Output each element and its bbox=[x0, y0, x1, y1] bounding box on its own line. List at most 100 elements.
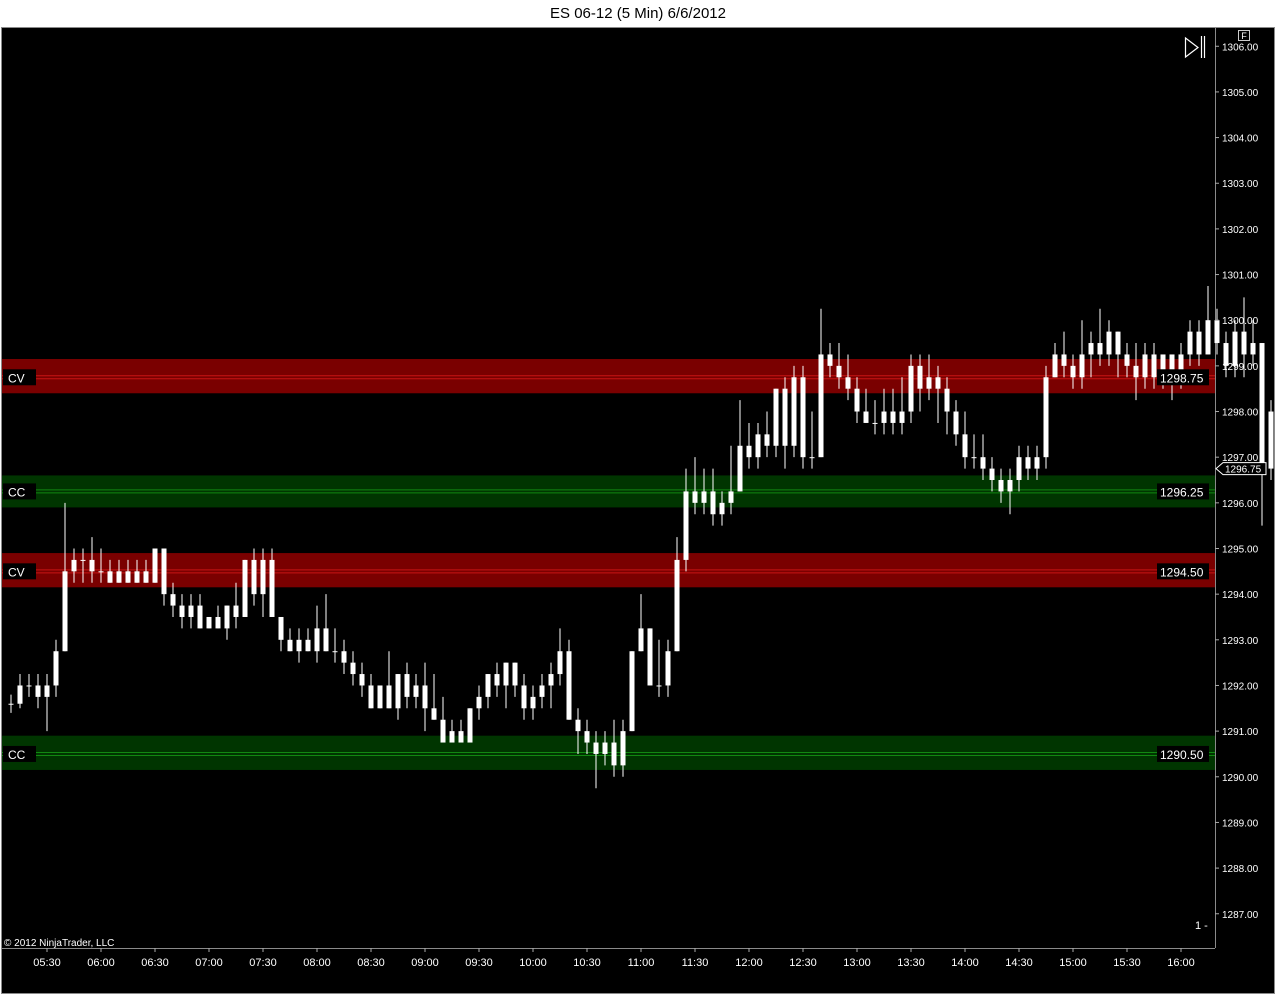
candle-body bbox=[917, 365, 923, 389]
candle-body bbox=[215, 616, 221, 629]
candle-body bbox=[611, 742, 617, 766]
candle-body bbox=[791, 377, 797, 446]
time-tick-label: 13:30 bbox=[897, 957, 925, 969]
candle-body bbox=[575, 719, 581, 732]
candle-body bbox=[242, 559, 248, 617]
last-price-marker: 1296.75 bbox=[1215, 462, 1267, 476]
candle-body bbox=[449, 731, 455, 743]
candle-body bbox=[773, 388, 779, 446]
panel-number: 1 - bbox=[1195, 920, 1208, 932]
candle-body bbox=[1061, 354, 1067, 366]
candle-body bbox=[530, 696, 536, 709]
candle-body bbox=[989, 468, 995, 481]
time-axis-panel bbox=[2, 948, 1274, 993]
candle-body bbox=[53, 651, 59, 686]
price-tick-label: 1306.00 bbox=[1222, 42, 1259, 53]
time-tick-label: 08:30 bbox=[357, 957, 385, 969]
time-tick-label: 09:00 bbox=[411, 957, 439, 969]
time-tick-label: 10:30 bbox=[573, 957, 601, 969]
candle-body bbox=[251, 559, 257, 595]
time-tick-label: 11:00 bbox=[628, 957, 655, 969]
candle-body bbox=[1259, 343, 1265, 469]
time-tick-label: 12:30 bbox=[789, 957, 817, 969]
candle-body bbox=[1133, 365, 1139, 378]
time-tick-label: 09:30 bbox=[465, 957, 493, 969]
candle-body bbox=[755, 434, 761, 458]
candle-body bbox=[602, 742, 608, 754]
candle-body bbox=[827, 354, 833, 366]
candle-body bbox=[701, 491, 707, 503]
candle-body bbox=[566, 651, 572, 720]
time-tick-label: 13:00 bbox=[843, 957, 871, 969]
candle-body bbox=[368, 685, 374, 709]
candle-body bbox=[260, 559, 266, 595]
candle-body bbox=[305, 639, 311, 652]
candle-body bbox=[179, 605, 185, 617]
candle-body bbox=[332, 651, 338, 653]
candle-body bbox=[422, 685, 428, 709]
candle-body bbox=[386, 685, 392, 709]
candle-body bbox=[818, 354, 824, 458]
time-tick-label: 06:00 bbox=[87, 957, 115, 969]
candle-body bbox=[620, 731, 626, 766]
price-tick-label: 1293.00 bbox=[1222, 636, 1259, 647]
time-tick-label: 05:30 bbox=[33, 957, 61, 969]
time-tick-label: 14:30 bbox=[1005, 957, 1033, 969]
candle-body bbox=[494, 674, 500, 686]
candle-body bbox=[737, 445, 743, 492]
candle-body bbox=[1088, 343, 1094, 355]
candle-body bbox=[647, 628, 653, 686]
candle-body bbox=[233, 605, 239, 617]
candle-body bbox=[152, 548, 158, 583]
price-tick-label: 1303.00 bbox=[1222, 179, 1259, 190]
candle-body bbox=[44, 685, 50, 697]
candle-body bbox=[125, 571, 131, 583]
candle-body bbox=[98, 571, 104, 573]
candle-body bbox=[206, 616, 212, 629]
candle-body bbox=[1250, 343, 1256, 355]
candle-body bbox=[539, 685, 545, 697]
candle-body bbox=[764, 434, 770, 446]
candle-body bbox=[881, 411, 887, 423]
candle-body bbox=[1106, 331, 1112, 355]
candle-body bbox=[809, 457, 815, 459]
candle-body bbox=[1268, 411, 1274, 469]
price-tick-label: 1288.00 bbox=[1222, 864, 1259, 875]
candle-body bbox=[17, 685, 23, 704]
candle-body bbox=[62, 571, 68, 652]
f-button-label[interactable]: F bbox=[1241, 31, 1247, 41]
candle-body bbox=[71, 559, 77, 572]
candle-body bbox=[521, 685, 527, 709]
price-tick-label: 1299.00 bbox=[1222, 362, 1259, 373]
price-tick-label: 1300.00 bbox=[1222, 316, 1259, 327]
candle-body bbox=[197, 605, 203, 629]
candle-body bbox=[926, 377, 932, 389]
time-tick-label: 07:00 bbox=[195, 957, 223, 969]
candle-body bbox=[1241, 331, 1247, 355]
candle-body bbox=[1187, 331, 1193, 355]
time-tick-label: 11:30 bbox=[682, 957, 709, 969]
price-tick-label: 1305.00 bbox=[1222, 88, 1259, 99]
candle-body bbox=[944, 388, 950, 412]
candle-body bbox=[467, 708, 473, 743]
last-price-label: 1296.75 bbox=[1225, 465, 1262, 476]
candle-body bbox=[710, 491, 716, 515]
price-axis-panel bbox=[1215, 28, 1274, 948]
zone-label: CV bbox=[8, 565, 25, 579]
candle-body bbox=[350, 662, 356, 675]
time-tick-label: 16:00 bbox=[1167, 957, 1195, 969]
candle-body bbox=[719, 502, 725, 515]
price-tick-label: 1294.00 bbox=[1222, 590, 1259, 601]
candlestick-chart[interactable]: CV 1298.75 CC 1296.25 CV 1294.50 CC 1290.50 128… bbox=[0, 0, 1276, 995]
candle-body bbox=[908, 365, 914, 412]
candle-body bbox=[1124, 354, 1130, 366]
candle-body bbox=[1070, 365, 1076, 378]
candle-body bbox=[899, 411, 905, 423]
candle-body bbox=[323, 628, 329, 652]
copyright-text: © 2012 NinjaTrader, LLC bbox=[4, 938, 114, 949]
candle-body bbox=[845, 377, 851, 389]
candle-body bbox=[1043, 377, 1049, 458]
candle-body bbox=[404, 674, 410, 697]
price-tick-label: 1304.00 bbox=[1222, 134, 1259, 145]
f-button[interactable]: F bbox=[1238, 30, 1250, 42]
